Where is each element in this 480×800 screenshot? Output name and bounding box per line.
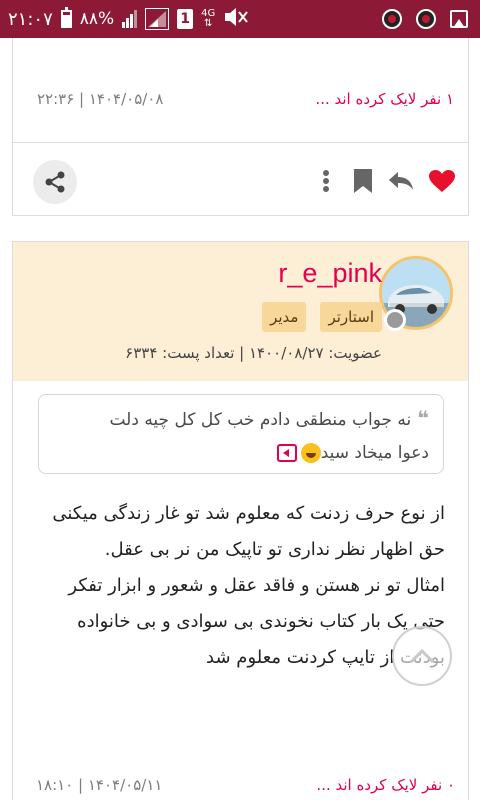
post-card: r_e_pink استارتر مدیر عضویت: ۱۴۰۰/۰۸/۲۷ … — [12, 241, 469, 800]
quote-text: دعوا میخاد سید — [320, 443, 429, 463]
quote-text: نه جواب منطقی دادم خب کل کل چیه دلت — [109, 410, 412, 430]
likes-link[interactable]: ۱ نفر لایک کرده اند ... — [315, 90, 454, 108]
status-time: ۲۱:۰۷ — [8, 8, 53, 30]
share-icon — [45, 171, 65, 193]
app-notification-icon — [416, 9, 436, 29]
post-body: از نوع حرف زدنت که معلوم شد تو غار زندگی… — [37, 496, 445, 676]
sim-slot-badge: 1 — [177, 9, 194, 29]
quote-block: ❝نه جواب منطقی دادم خب کل کل چیه دلت دعو… — [38, 394, 444, 474]
post-actions — [13, 156, 468, 204]
author-header: r_e_pink استارتر مدیر عضویت: ۱۴۰۰/۰۸/۲۷ … — [13, 242, 468, 381]
quote-line: ❝نه جواب منطقی دادم خب کل کل چیه دلت — [53, 402, 429, 437]
laughing-emoji-icon — [300, 443, 321, 463]
post-text-line: حتی یک بار کتاب نخوندی بی سوادی و بی خان… — [77, 611, 445, 668]
post-meta-row: ۰ نفر لایک کرده اند ... ۱۸:۱۰ | ۱۴۰۴/۰۵/… — [12, 776, 469, 800]
reply-button[interactable] — [386, 166, 416, 196]
more-options-button[interactable] — [311, 166, 341, 196]
author-badges: استارتر مدیر — [262, 302, 382, 332]
status-bar: ۲۱:۰۷ ۸۸% 1 4G ⇅ — [0, 0, 480, 38]
post-date: ۲۲:۳۶ | ۱۴۰۴/۰۵/۰۸ — [37, 90, 164, 108]
post-text-line: امثال تو نر هستن و فاقد عقل و شعور و ابز… — [68, 575, 445, 596]
scroll-to-top-button[interactable] — [392, 626, 452, 686]
signal-icon — [122, 10, 138, 28]
online-status-dot — [384, 309, 406, 331]
network-label: 4G — [201, 8, 216, 19]
battery-percent: ۸۸% — [79, 9, 115, 29]
view-quoted-post-icon[interactable] — [276, 444, 297, 462]
mute-icon — [223, 6, 249, 33]
reply-icon — [389, 172, 413, 190]
gallery-icon — [450, 10, 468, 28]
bookmark-icon — [354, 169, 372, 193]
quote-line: دعوا میخاد سید — [53, 437, 429, 470]
more-vert-icon — [323, 170, 329, 192]
divider — [13, 142, 468, 143]
share-button[interactable] — [33, 160, 77, 204]
likes-link[interactable]: ۰ نفر لایک کرده اند ... — [316, 776, 455, 794]
post-text-line: از نوع حرف زدنت که معلوم شد تو غار زندگی… — [52, 503, 445, 524]
post-card: ۱ نفر لایک کرده اند ... ۲۲:۳۶ | ۱۴۰۴/۰۵/… — [12, 38, 469, 216]
post-date: ۱۸:۱۰ | ۱۴۰۴/۰۵/۱۱ — [36, 776, 163, 794]
heart-icon — [429, 170, 455, 192]
badge-starter: استارتر — [320, 302, 382, 332]
member-info: عضویت: ۱۴۰۰/۰۸/۲۷ | تعداد پست: ۶۳۳۴ — [125, 344, 382, 362]
quote-icon: ❝ — [417, 406, 429, 430]
post-meta-row: ۱ نفر لایک کرده اند ... ۲۲:۳۶ | ۱۴۰۴/۰۵/… — [13, 90, 468, 120]
battery-icon — [60, 7, 72, 28]
bookmark-button[interactable] — [348, 166, 378, 196]
badge-admin: مدیر — [262, 302, 307, 332]
author-username[interactable]: r_e_pink — [278, 258, 382, 289]
post-text-line: حق اظهار نظر نداری تو تاپیک من نر بی عقل… — [104, 539, 445, 560]
like-button[interactable] — [427, 166, 457, 196]
signal-strength-icon — [145, 8, 170, 30]
app-notification-icon — [382, 9, 402, 29]
network-type: 4G ⇅ — [201, 8, 216, 29]
chevron-up-icon — [409, 648, 435, 664]
